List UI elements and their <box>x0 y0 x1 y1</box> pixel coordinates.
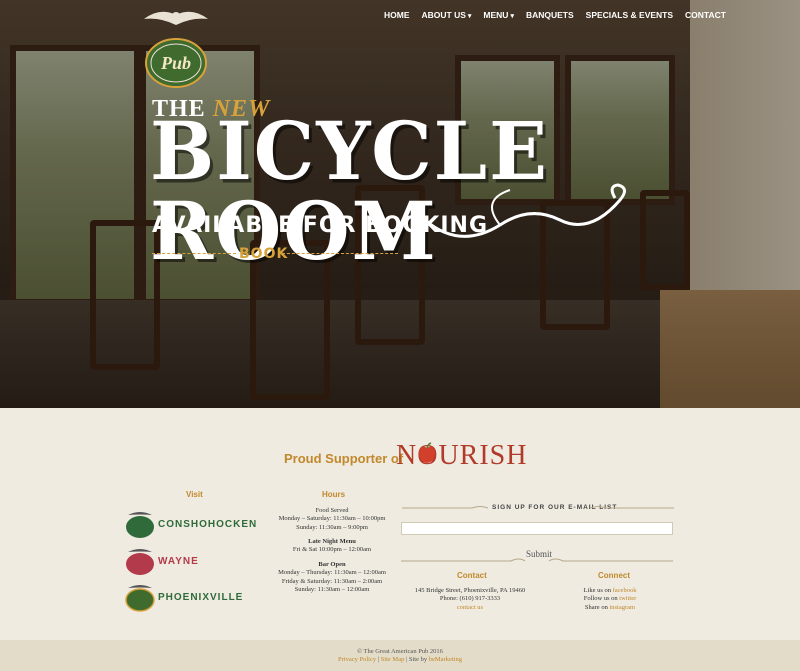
instagram-link[interactable]: instagram <box>609 604 635 611</box>
twitter-link[interactable]: twitter <box>619 595 636 602</box>
location-wayne[interactable]: WAYNE <box>124 546 199 576</box>
nav-contact[interactable]: CONTACT <box>679 10 732 20</box>
hours-food-line: Monday – Saturday: 11:30am – 10:00pm <box>278 515 386 523</box>
location-name: CONSHOHOCKEN <box>158 518 258 530</box>
contact-phone: Phone: (610) 917-3333 <box>439 595 501 603</box>
hours-food-line: Sunday: 11:30am – 9:00pm <box>296 523 368 531</box>
contact-address: 145 Bridge Street, Phoenixville, PA 1946… <box>414 587 526 594</box>
copyright-text: © The Great American Pub 2016 <box>357 648 443 655</box>
connect-instagram-line: Share on instagram <box>584 603 636 611</box>
pub-logo-icon <box>125 585 155 612</box>
location-conshohocken[interactable]: CONSHOHOCKEN <box>124 509 257 539</box>
divider <box>152 253 236 254</box>
hours-bar-line: Monday – Thursday: 11:30am – 12:00am <box>278 569 386 577</box>
privacy-policy-link[interactable]: Privacy Policy <box>338 656 376 663</box>
connect-facebook-line: Like us on facebook <box>583 587 637 594</box>
hero-banner: Pub HOME ABOUT US ▾ MENU ▾ BANQUETS SPECIA… <box>0 0 800 408</box>
main-nav: HOME ABOUT US ▾ MENU ▾ BANQUETS SPECIALS &… <box>378 10 732 20</box>
hours-title: Hours <box>322 490 346 499</box>
visit-title: Visit <box>186 490 203 499</box>
pub-logo-icon <box>126 512 154 538</box>
hours-bar: Bar Open Monday – Thursday: 11:30am – 12… <box>262 561 402 595</box>
hours-bar-title: Bar Open <box>318 561 346 568</box>
location-phoenixville[interactable]: PHOENIXVILLE <box>124 582 243 612</box>
pub-logo[interactable]: Pub <box>140 5 212 89</box>
contact-title: Contact <box>457 571 487 580</box>
bemarketing-link[interactable]: beMarketing <box>429 656 462 663</box>
chevron-down-icon: ▾ <box>510 13 514 20</box>
connect-twitter-line: Follow us on twitter <box>583 595 637 603</box>
book-link[interactable]: BOOK <box>239 246 288 262</box>
hours-food-title: Food Served <box>315 507 349 514</box>
contact-info: 145 Bridge Street, Phoenixville, PA 1946… <box>400 587 540 612</box>
nav-about-us[interactable]: ABOUT US ▾ <box>416 10 478 20</box>
flourish-ornament <box>402 506 488 509</box>
connect-title: Connect <box>598 571 630 580</box>
nav-banquets[interactable]: BANQUETS <box>520 10 580 20</box>
email-input[interactable] <box>401 522 673 535</box>
location-name: WAYNE <box>158 555 199 567</box>
svg-text:Pub: Pub <box>160 53 191 73</box>
divider <box>282 253 398 254</box>
footer-links: Privacy Policy | Site Map | Site by beMa… <box>338 656 462 663</box>
connect-links: Like us on facebook Follow us on twitter… <box>560 587 660 612</box>
site-map-link[interactable]: Site Map <box>381 656 405 663</box>
nav-specials-events[interactable]: SPECIALS & EVENTS <box>580 10 679 20</box>
hours-bar-line: Sunday: 11:30am – 12:00am <box>294 586 370 594</box>
nav-menu[interactable]: MENU ▾ <box>477 10 520 20</box>
hours-bar-line: Friday & Saturday: 11:30am – 2:00am <box>281 577 383 585</box>
proud-supporter-text: Proud Supporter of <box>284 451 404 466</box>
hours-late: Late Night Menu Fri & Sat 10:00pm – 12:0… <box>262 538 402 555</box>
pub-logo-icon <box>126 549 154 575</box>
contact-us-link[interactable]: contact us <box>400 604 540 612</box>
nourish-logo[interactable]: NOURISH <box>396 440 527 472</box>
headline-available: AVAILABLE FOR BOOKING <box>152 213 489 238</box>
location-name: PHOENIXVILLE <box>158 591 244 603</box>
nav-home[interactable]: HOME <box>378 10 416 20</box>
facebook-link[interactable]: facebook <box>613 587 637 594</box>
hours-late-line: Fri & Sat 10:00pm – 12:00am <box>292 546 372 554</box>
hours-late-title: Late Night Menu <box>308 538 356 545</box>
hours-food: Food Served Monday – Saturday: 11:30am –… <box>262 507 402 532</box>
submit-button[interactable]: Submit <box>526 549 552 559</box>
chevron-down-icon: ▾ <box>467 13 472 20</box>
apple-icon <box>419 442 435 463</box>
flourish-ornament <box>590 506 674 509</box>
